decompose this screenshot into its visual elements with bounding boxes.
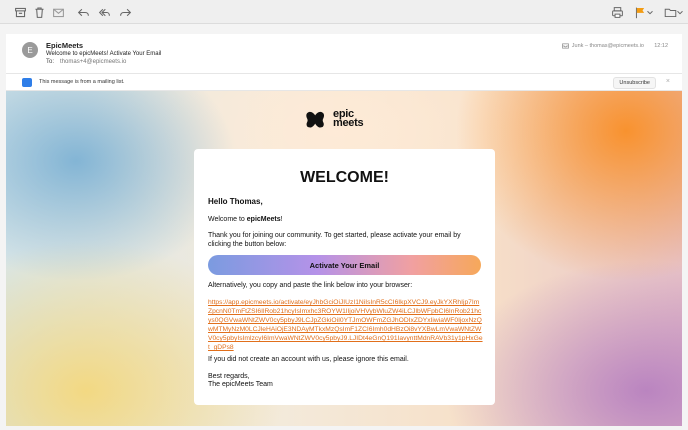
avatar: E (22, 42, 38, 58)
list-strip (0, 24, 688, 32)
print-icon[interactable] (609, 4, 625, 20)
ignore-notice: If you did not create an account with us… (208, 356, 409, 363)
mailing-list-icon (22, 78, 32, 87)
welcome-card: WELCOME! Hello Thomas, Welcome to epicMe… (194, 149, 495, 405)
intro-brand: epicMeets (246, 216, 281, 223)
recipient-line: To: thomas+4@epicmeets.io (46, 59, 126, 65)
logo-word-bottom: meets (333, 117, 364, 129)
intro-line: Welcome to epicMeets! (208, 215, 483, 224)
intro-suffix: ! (280, 216, 283, 223)
message-time: 12:12 (654, 43, 668, 49)
mailing-list-banner: This message is from a mailing list. Uns… (6, 74, 682, 91)
welcome-heading: WELCOME! (300, 169, 389, 186)
unsubscribe-button[interactable]: Unsubscribe (613, 77, 656, 89)
chevron-down-icon[interactable] (645, 4, 655, 20)
folder-name: Junk – thomas@epicmeets.io (571, 43, 644, 49)
folder-chevron-down-icon[interactable] (675, 4, 685, 20)
logo-text: epic meets (333, 109, 364, 129)
email-body: epic meets WELCOME! Hello Thomas, Welcom… (6, 91, 682, 426)
greeting: Hello Thomas, (208, 197, 263, 206)
junk-icon[interactable] (50, 4, 66, 20)
message-subject: Welcome to epicMeets! Activate Your Emai… (46, 51, 162, 57)
logo-mark-icon (306, 111, 325, 128)
activate-email-button[interactable]: Activate Your Email (208, 255, 481, 275)
reply-icon[interactable] (75, 4, 91, 20)
archive-icon[interactable] (12, 4, 28, 20)
epicmeets-logo: epic meets (306, 109, 364, 129)
reply-all-icon[interactable] (96, 4, 112, 20)
mailbox-icon (561, 43, 569, 49)
message-header: E EpicMeets Welcome to epicMeets! Activa… (6, 34, 682, 74)
forward-icon[interactable] (117, 4, 133, 20)
close-icon[interactable]: × (666, 78, 670, 85)
to-label: To: (46, 59, 55, 65)
recipient-address[interactable]: thomas+4@epicmeets.io (60, 59, 126, 65)
folder-label: Junk – thomas@epicmeets.io (561, 43, 644, 49)
message-toolbar (0, 0, 688, 24)
intro-prefix: Welcome to (208, 216, 247, 223)
signature: The epicMeets Team (208, 381, 273, 388)
activation-link[interactable]: https://app.epicmeets.io/activate/eyJhbG… (208, 298, 483, 352)
sender-name[interactable]: EpicMeets (46, 41, 83, 50)
trash-icon[interactable] (31, 4, 47, 20)
alternative-instructions: Alternatively, you copy and paste the li… (208, 282, 413, 289)
thanks-paragraph: Thank you for joining our community. To … (208, 232, 461, 248)
mailing-list-notice: This message is from a mailing list. (39, 79, 125, 85)
